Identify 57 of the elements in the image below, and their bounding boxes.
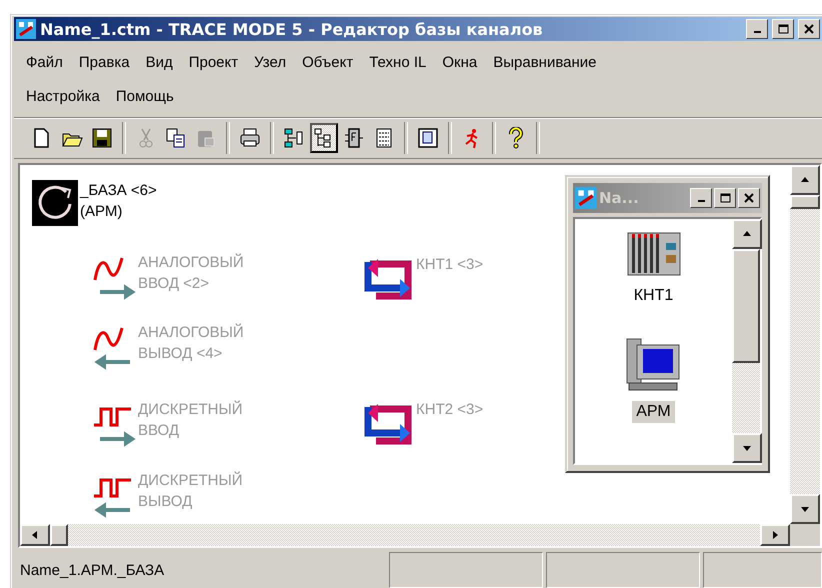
scrollbar-corner xyxy=(790,524,820,546)
horizontal-scrollbar[interactable] xyxy=(20,524,790,546)
app-icon xyxy=(16,19,36,39)
menu-item[interactable]: Вид xyxy=(138,54,181,70)
scroll-thumb[interactable] xyxy=(732,249,760,363)
maximize-button[interactable] xyxy=(714,188,736,208)
menu-item[interactable]: Выравнивание xyxy=(485,54,604,70)
close-button[interactable] xyxy=(798,19,820,39)
node-label: КНТ1 <3> xyxy=(416,255,484,275)
copy-icon xyxy=(165,127,187,149)
node-label: АНАЛОГОВЫЙ ВВОД <2> xyxy=(138,252,244,294)
maximize-icon xyxy=(778,24,788,34)
minimize-icon xyxy=(754,31,760,33)
down-arrow-icon xyxy=(800,504,810,514)
app-icon xyxy=(575,187,597,209)
maximize-button[interactable] xyxy=(772,19,794,39)
scroll-thumb[interactable] xyxy=(50,524,68,546)
vertical-scrollbar[interactable] xyxy=(732,219,760,463)
child-window-title: Na... xyxy=(599,189,640,207)
close-icon xyxy=(744,193,754,203)
document-icon xyxy=(417,127,439,149)
menu-item[interactable]: Проект xyxy=(180,54,246,70)
node-item[interactable]: КНТ1 xyxy=(630,285,678,307)
menu-item[interactable]: Помощь xyxy=(108,88,182,104)
node-label: _БАЗА <6> (АРМ) xyxy=(80,181,157,222)
node-label: ДИСКРЕТНЫЙ ВЫВОД xyxy=(138,470,243,512)
computer-icon xyxy=(624,337,682,393)
node-label: КНТ2 <3> xyxy=(416,400,484,420)
window-title: Name_1.ctm - TRACE MODE 5 - Редактор базы каналов xyxy=(40,20,544,38)
toolbar-button[interactable] xyxy=(310,123,338,153)
menu-item[interactable]: Настройка xyxy=(18,88,108,104)
close-button[interactable] xyxy=(738,188,760,208)
left-arrow-icon xyxy=(30,530,40,540)
minimize-button[interactable] xyxy=(746,19,768,39)
menu-item[interactable]: Окна xyxy=(434,54,486,70)
vertical-scrollbar[interactable] xyxy=(790,165,820,546)
minimize-icon xyxy=(698,200,704,202)
down-arrow-icon xyxy=(742,443,752,453)
minimize-button[interactable] xyxy=(690,188,712,208)
status-text: Name_1.АРМ._БАЗА xyxy=(19,560,166,580)
printer-icon xyxy=(239,127,261,149)
right-arrow-icon xyxy=(770,530,780,540)
menu-item[interactable]: Объект xyxy=(294,54,362,70)
menu-item[interactable]: Техно IL xyxy=(361,54,434,70)
menu-item[interactable]: Файл xyxy=(18,54,71,70)
up-arrow-icon xyxy=(742,229,752,239)
network-nodes-icon xyxy=(283,127,305,149)
scroll-thumb[interactable] xyxy=(790,195,820,209)
close-icon xyxy=(804,24,814,34)
menu-item[interactable]: Узел xyxy=(246,54,294,70)
up-arrow-icon xyxy=(800,175,810,185)
function-block-icon xyxy=(343,127,365,149)
node-label: ДИСКРЕТНЫЙ ВВОД xyxy=(138,400,243,441)
menu-item[interactable]: Правка xyxy=(70,54,138,70)
node-label: АНАЛОГОВЫЙ ВЫВОД <4> xyxy=(138,322,244,364)
node-item[interactable]: АРМ xyxy=(632,401,675,423)
maximize-icon xyxy=(720,193,730,203)
